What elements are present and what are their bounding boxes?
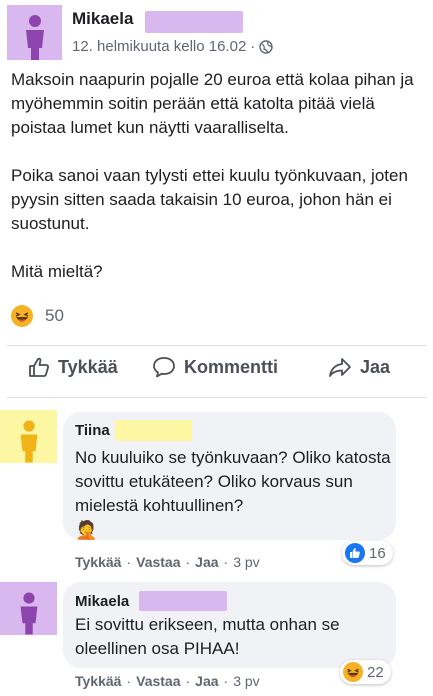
name-redaction bbox=[145, 11, 243, 33]
facepalm-emoji: 🤦 bbox=[75, 520, 98, 540]
post-body: Maksoin naapurin pojalle 20 euroa että k… bbox=[11, 68, 426, 284]
separator: · bbox=[126, 673, 132, 689]
post-author-name[interactable]: Mikaela bbox=[72, 9, 133, 29]
laugh-emoji-icon bbox=[343, 662, 363, 682]
laugh-emoji-icon bbox=[11, 305, 33, 327]
name-redaction bbox=[139, 591, 227, 611]
separator: · bbox=[126, 554, 132, 570]
like-button[interactable]: Tykkää bbox=[28, 356, 118, 378]
post-paragraph: Maksoin naapurin pojalle 20 euroa että k… bbox=[11, 70, 414, 137]
separator: · bbox=[223, 673, 229, 689]
comment-button[interactable]: Kommentti bbox=[152, 356, 278, 378]
like-label: Tykkää bbox=[58, 356, 118, 377]
comment-author-avatar[interactable] bbox=[0, 410, 57, 463]
comment-reply-link[interactable]: Vastaa bbox=[136, 554, 180, 570]
globe-icon bbox=[259, 39, 273, 54]
comment-share-link[interactable]: Jaa bbox=[195, 673, 218, 689]
comment-reaction-pill[interactable]: 22 bbox=[340, 660, 391, 684]
share-button[interactable]: Jaa bbox=[328, 356, 390, 378]
comment-reply-link[interactable]: Vastaa bbox=[136, 673, 180, 689]
comment-author-name[interactable]: Mikaela bbox=[75, 593, 129, 610]
post-paragraph: Poika sanoi vaan tylysti ettei kuulu työ… bbox=[11, 166, 408, 233]
comment-actions: Tykkää · Vastaa · Jaa · 3 pv bbox=[75, 554, 260, 570]
meta-separator: · bbox=[250, 38, 256, 55]
name-redaction bbox=[115, 420, 192, 441]
post-reactions[interactable]: 50 bbox=[11, 305, 64, 327]
comment-author-name[interactable]: Tiina bbox=[75, 422, 110, 439]
comment-label: Kommentti bbox=[184, 356, 278, 377]
post-author-avatar[interactable] bbox=[7, 5, 62, 60]
thumbs-up-icon bbox=[29, 357, 49, 377]
share-label: Jaa bbox=[360, 356, 391, 377]
separator: · bbox=[223, 554, 229, 570]
comment-text: No kuuluiko se työnkuvaan? Oliko katosta… bbox=[75, 446, 391, 543]
post-timestamp[interactable]: 12. helmikuuta kello 16.02 bbox=[72, 38, 246, 55]
comment-reaction-pill[interactable]: 16 bbox=[342, 541, 393, 565]
comment-age[interactable]: 3 pv bbox=[233, 554, 259, 570]
comment-body: No kuuluiko se työnkuvaan? Oliko katosta… bbox=[75, 448, 391, 515]
post-meta: 12. helmikuuta kello 16.02 · bbox=[72, 38, 273, 55]
comment-icon bbox=[153, 357, 175, 378]
comment-text: Ei sovittu erikseen, mutta onhan se olee… bbox=[75, 615, 340, 658]
comment-age[interactable]: 3 pv bbox=[233, 673, 259, 689]
person-icon bbox=[20, 592, 37, 635]
separator: · bbox=[185, 673, 191, 689]
comment-reaction-count: 16 bbox=[369, 544, 386, 562]
comment-like-link[interactable]: Tykkää bbox=[75, 554, 121, 570]
comment-share-link[interactable]: Jaa bbox=[195, 554, 218, 570]
comment-like-link[interactable]: Tykkää bbox=[75, 673, 121, 689]
comment-actions: Tykkää · Vastaa · Jaa · 3 pv bbox=[75, 673, 260, 689]
like-icon bbox=[345, 543, 365, 563]
separator: · bbox=[185, 554, 191, 570]
divider bbox=[7, 397, 426, 398]
share-arrow-icon bbox=[329, 358, 351, 377]
person-icon bbox=[25, 15, 44, 60]
comment-author-avatar[interactable] bbox=[0, 582, 57, 635]
reaction-count: 50 bbox=[45, 306, 64, 325]
comment-reaction-count: 22 bbox=[367, 663, 384, 681]
post-paragraph: Mitä mieltä? bbox=[11, 262, 103, 281]
person-icon bbox=[20, 420, 37, 463]
divider bbox=[7, 345, 426, 346]
